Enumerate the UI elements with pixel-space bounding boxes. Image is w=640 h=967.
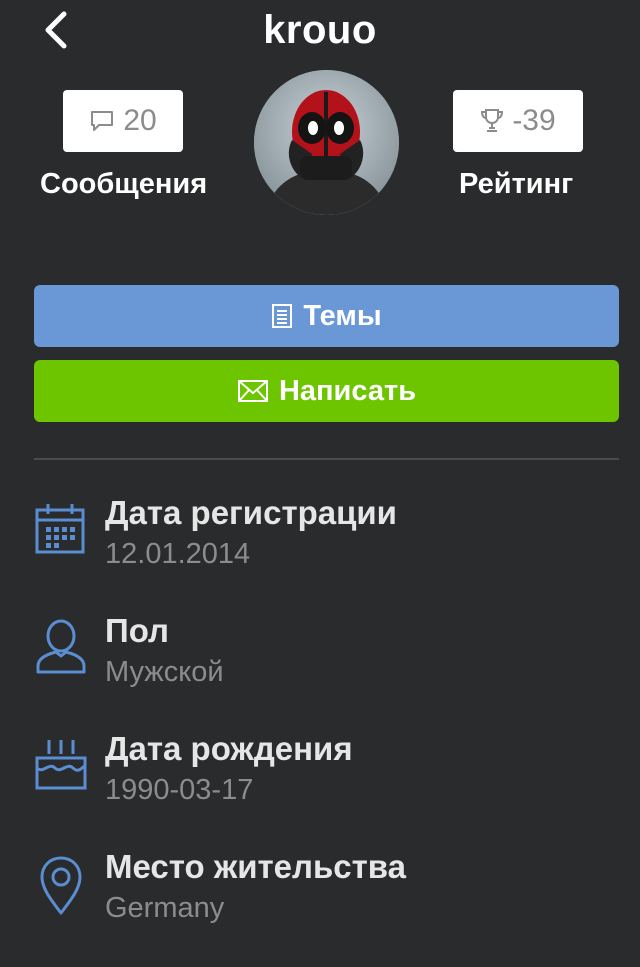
- location-pin-icon: [40, 856, 82, 915]
- info-row-registration-date: Дата регистрации 12.01.2014: [34, 494, 619, 594]
- rating-box[interactable]: -39: [453, 90, 583, 152]
- person-icon: [36, 619, 86, 674]
- topics-button-label: Темы: [303, 299, 382, 332]
- calendar-icon: [35, 504, 85, 554]
- birthday-cake-icon: [35, 740, 87, 790]
- chat-bubble-icon: [91, 111, 114, 131]
- user-avatar[interactable]: [254, 70, 399, 215]
- rating-value: -39: [512, 104, 556, 137]
- divider: [34, 458, 619, 460]
- rating-label: Рейтинг: [459, 168, 574, 200]
- info-row-location: Место жительства Germany: [34, 848, 619, 948]
- info-label: Дата рождения: [105, 730, 353, 767]
- info-row-birth-date: Дата рождения 1990-03-17: [34, 730, 619, 830]
- info-label: Дата регистрации: [105, 494, 397, 531]
- info-value: Мужской: [105, 656, 224, 688]
- topics-button[interactable]: Темы: [34, 285, 619, 347]
- write-message-button-label: Написать: [278, 374, 417, 407]
- info-label: Место жительства: [105, 848, 406, 885]
- document-list-icon: [272, 304, 293, 328]
- info-value: 12.01.2014: [105, 538, 251, 570]
- trophy-icon: [481, 109, 504, 132]
- page-title: krouo: [263, 8, 377, 52]
- messages-count-box[interactable]: 20: [63, 90, 183, 152]
- messages-label: Сообщения: [40, 168, 208, 200]
- info-value: 1990-03-17: [105, 774, 254, 806]
- envelope-icon: [237, 380, 268, 402]
- messages-count: 20: [123, 104, 157, 137]
- top-bar: krouo: [0, 0, 640, 64]
- info-label: Пол: [105, 612, 170, 649]
- info-row-gender: Пол Мужской: [34, 612, 619, 712]
- info-value: Germany: [105, 892, 225, 924]
- write-message-button[interactable]: Написать: [34, 360, 619, 422]
- avatar-image: [254, 70, 399, 215]
